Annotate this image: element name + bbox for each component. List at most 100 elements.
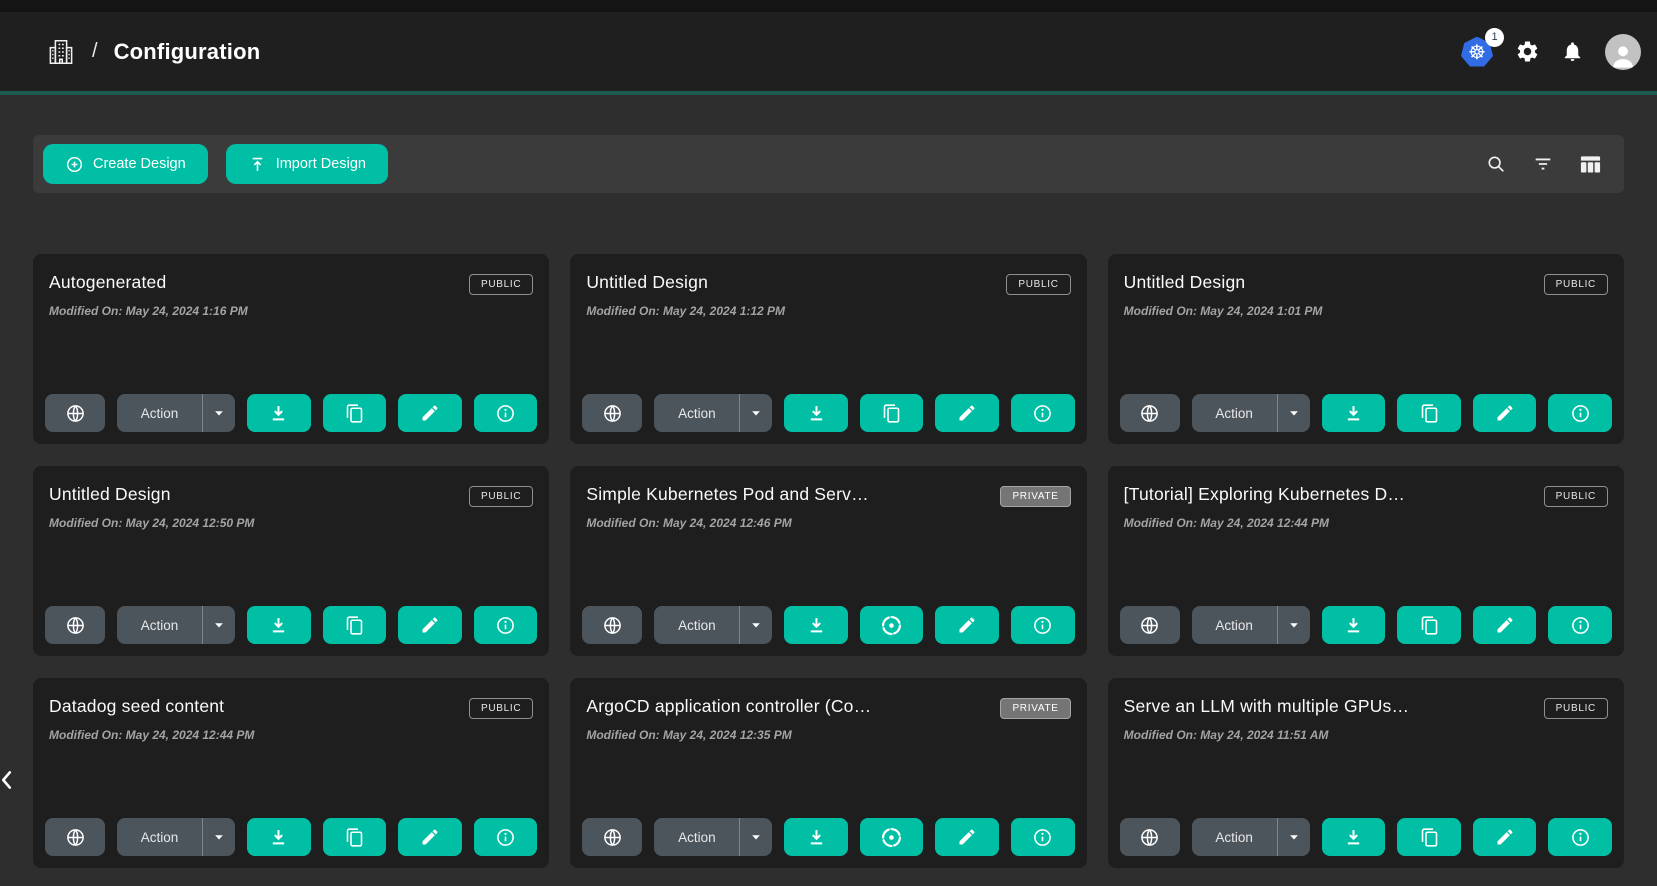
info-button[interactable] [474,818,538,856]
download-button[interactable] [1322,606,1386,644]
create-design-button[interactable]: Create Design [43,144,208,184]
clone-button[interactable] [860,818,924,856]
action-button-label[interactable]: Action [654,618,739,633]
download-button[interactable] [784,606,848,644]
edit-button[interactable] [935,818,999,856]
download-button[interactable] [247,606,311,644]
header-actions: ☸ 1 [1460,34,1641,70]
action-split-button[interactable]: Action [1192,606,1310,644]
edit-button[interactable] [398,606,462,644]
action-menu-toggle[interactable] [1278,406,1310,420]
meshery-design-icon [880,614,903,637]
action-button-label[interactable]: Action [1192,830,1277,845]
action-button-label[interactable]: Action [117,618,202,633]
action-menu-toggle[interactable] [203,618,235,632]
action-split-button[interactable]: Action [654,394,772,432]
edit-button[interactable] [935,394,999,432]
visibility-badge: PUBLIC [469,274,533,295]
download-icon [1343,615,1364,636]
download-button[interactable] [1322,818,1386,856]
edit-button[interactable] [1473,394,1537,432]
import-design-label: Import Design [276,156,366,172]
action-button-label[interactable]: Action [1192,406,1277,421]
import-design-button[interactable]: Import Design [226,144,388,184]
clone-button[interactable] [1397,818,1461,856]
action-split-button[interactable]: Action [117,606,235,644]
visibility-toggle-button[interactable] [582,606,642,644]
clone-button[interactable] [1397,394,1461,432]
action-menu-toggle[interactable] [740,406,772,420]
kubernetes-context-button[interactable]: ☸ 1 [1460,36,1494,68]
info-button[interactable] [1548,394,1612,432]
download-button[interactable] [1322,394,1386,432]
design-card: Autogenerated PUBLIC Modified On: May 24… [33,254,549,444]
action-split-button[interactable]: Action [1192,818,1310,856]
card-actions: Action [1120,818,1612,856]
download-icon [806,827,827,848]
visibility-badge: PUBLIC [469,698,533,719]
action-split-button[interactable]: Action [1192,394,1310,432]
download-button[interactable] [784,818,848,856]
action-button-label[interactable]: Action [654,830,739,845]
filter-icon [1532,153,1554,175]
visibility-toggle-button[interactable] [45,606,105,644]
action-split-button[interactable]: Action [654,818,772,856]
edit-button[interactable] [1473,818,1537,856]
clone-button[interactable] [860,606,924,644]
edit-button[interactable] [935,606,999,644]
info-button[interactable] [1011,606,1075,644]
action-button-label[interactable]: Action [654,406,739,421]
visibility-badge: PUBLIC [1006,274,1070,295]
download-icon [1343,403,1364,424]
action-split-button[interactable]: Action [654,606,772,644]
visibility-toggle-button[interactable] [1120,606,1180,644]
person-icon [1608,42,1638,70]
visibility-toggle-button[interactable] [582,818,642,856]
download-button[interactable] [784,394,848,432]
info-button[interactable] [474,394,538,432]
clone-button[interactable] [323,394,387,432]
drawer-collapse-toggle[interactable] [0,763,22,797]
clone-button[interactable] [1397,606,1461,644]
download-button[interactable] [247,394,311,432]
info-button[interactable] [474,606,538,644]
action-menu-toggle[interactable] [1278,830,1310,844]
table-view-button[interactable] [1579,153,1602,176]
action-split-button[interactable]: Action [117,394,235,432]
visibility-toggle-button[interactable] [45,394,105,432]
visibility-toggle-button[interactable] [45,818,105,856]
clone-button[interactable] [323,818,387,856]
notifications-button[interactable] [1561,40,1584,63]
breadcrumb: / Configuration [46,37,260,67]
action-menu-toggle[interactable] [1278,618,1310,632]
action-menu-toggle[interactable] [203,406,235,420]
upload-icon [248,155,267,174]
info-button[interactable] [1011,394,1075,432]
chevron-down-icon [1287,618,1301,632]
clone-button[interactable] [860,394,924,432]
settings-button[interactable] [1515,39,1540,64]
action-button-label[interactable]: Action [1192,618,1277,633]
action-button-label[interactable]: Action [117,830,202,845]
action-split-button[interactable]: Action [117,818,235,856]
edit-button[interactable] [398,818,462,856]
info-button[interactable] [1011,818,1075,856]
action-menu-toggle[interactable] [740,830,772,844]
visibility-toggle-button[interactable] [1120,818,1180,856]
info-button[interactable] [1548,818,1612,856]
user-avatar[interactable] [1605,34,1641,70]
edit-button[interactable] [1473,606,1537,644]
action-menu-toggle[interactable] [203,830,235,844]
globe-icon [65,615,86,636]
download-button[interactable] [247,818,311,856]
visibility-toggle-button[interactable] [582,394,642,432]
search-button[interactable] [1485,153,1507,175]
info-button[interactable] [1548,606,1612,644]
action-button-label[interactable]: Action [117,406,202,421]
edit-button[interactable] [398,394,462,432]
action-menu-toggle[interactable] [740,618,772,632]
visibility-toggle-button[interactable] [1120,394,1180,432]
info-icon [1570,403,1591,424]
clone-button[interactable] [323,606,387,644]
filter-button[interactable] [1532,153,1554,175]
